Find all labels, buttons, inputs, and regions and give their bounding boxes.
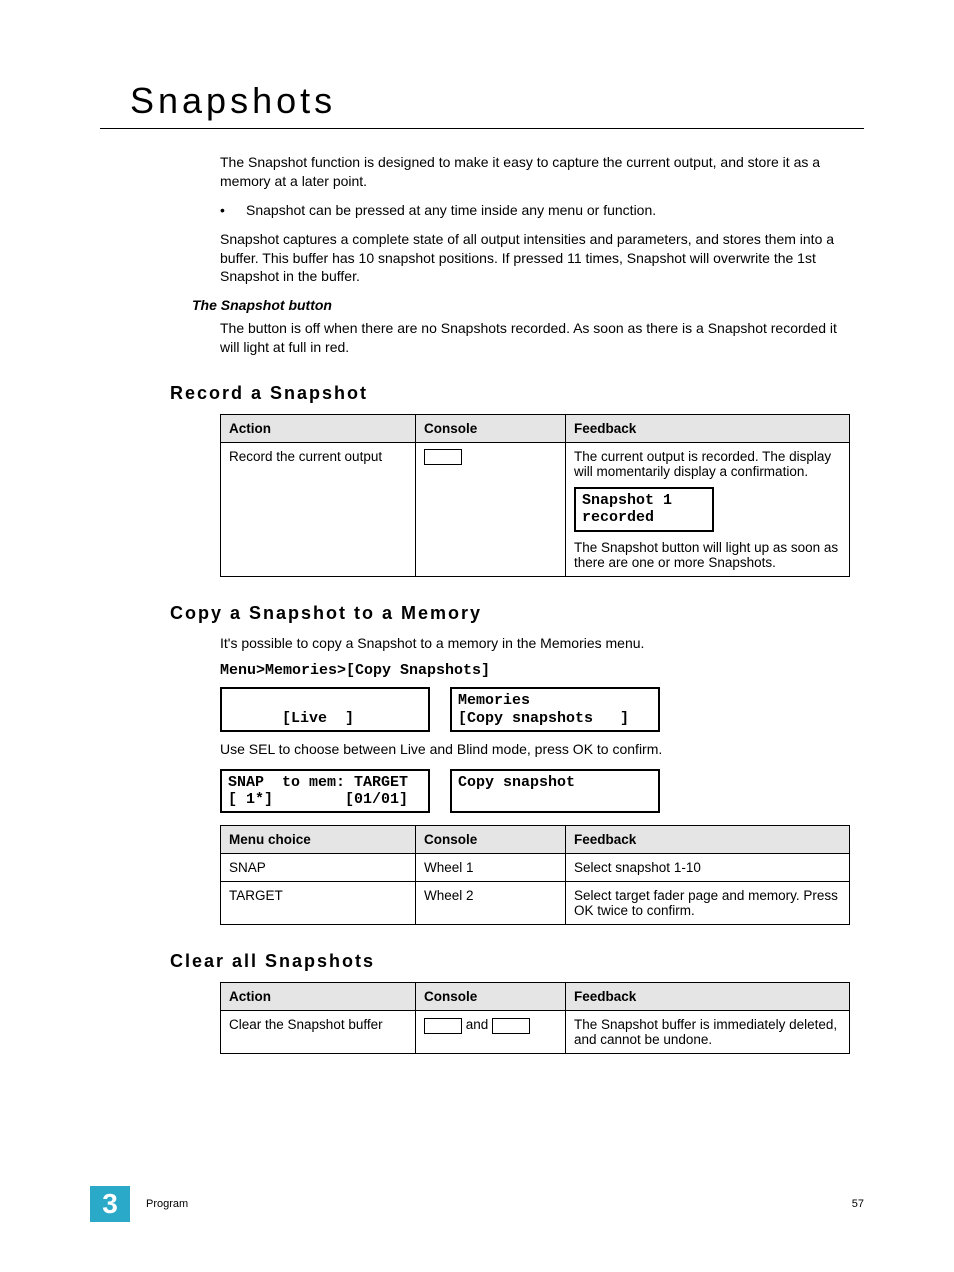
clear-col-console: Console	[416, 983, 566, 1011]
table-row: SNAP Wheel 1 Select snapshot 1-10	[221, 854, 850, 882]
menu-path: Menu>Memories>[Copy Snapshots]	[220, 662, 864, 679]
col-action: Action	[221, 415, 416, 443]
record-table: Action Console Feedback Record the curre…	[220, 414, 850, 577]
snapshot-button-hdr: The Snapshot button	[192, 296, 854, 315]
lcd-b-left: SNAP to mem: TARGET [ 1*] [01/01]	[220, 769, 430, 814]
copy-heading: Copy a Snapshot to a Memory	[170, 603, 864, 624]
col2-menu: Menu choice	[221, 826, 416, 854]
record-action: Record the current output	[221, 443, 416, 577]
copy-table: Menu choice Console Feedback SNAP Wheel …	[220, 825, 850, 925]
page-title: Snapshots	[130, 80, 864, 122]
copy-r0-c: Wheel 1	[416, 854, 566, 882]
table-row: TARGET Wheel 2 Select target fader page …	[221, 882, 850, 925]
clear-feedback: The Snapshot buffer is immediately delet…	[566, 1011, 850, 1054]
page-footer: 3 Program 57	[90, 1186, 864, 1222]
clear-col-action: Action	[221, 983, 416, 1011]
chapter-badge: 3	[90, 1186, 130, 1222]
clear-table: Action Console Feedback Clear the Snapsh…	[220, 982, 850, 1054]
copy-intro: It's possible to copy a Snapshot to a me…	[220, 634, 854, 653]
clear-heading: Clear all Snapshots	[170, 951, 864, 972]
copy-r0-m: SNAP	[221, 854, 416, 882]
record-heading: Record a Snapshot	[170, 383, 864, 404]
intro-p3: The button is off when there are no Snap…	[220, 319, 854, 357]
lcd-row-a: [Live ] Memories [Copy snapshots ]	[220, 687, 864, 732]
record-lcd: Snapshot 1 recorded	[574, 487, 714, 532]
console-button-icon	[424, 449, 462, 465]
intro-p1: The Snapshot function is designed to mak…	[220, 153, 854, 191]
lcd-b-right: Copy snapshot	[450, 769, 660, 814]
intro-p2: Snapshot captures a complete state of al…	[220, 230, 854, 287]
and-text: and	[466, 1017, 489, 1032]
clear-console: and	[416, 1011, 566, 1054]
copy-mid: Use SEL to choose between Live and Blind…	[220, 740, 854, 759]
col-console: Console	[416, 415, 566, 443]
record-fb1: The current output is recorded. The disp…	[574, 449, 841, 479]
title-rule	[100, 128, 864, 129]
bullet-dot: •	[220, 201, 234, 220]
lcd-row-b: SNAP to mem: TARGET [ 1*] [01/01] Copy s…	[220, 769, 864, 814]
console-button-icon	[424, 1018, 462, 1034]
clear-col-feedback: Feedback	[566, 983, 850, 1011]
intro-bullet: Snapshot can be pressed at any time insi…	[246, 201, 656, 220]
copy-r0-f: Select snapshot 1-10	[566, 854, 850, 882]
copy-r1-m: TARGET	[221, 882, 416, 925]
col-feedback: Feedback	[566, 415, 850, 443]
console-button-icon	[492, 1018, 530, 1034]
col2-feedback: Feedback	[566, 826, 850, 854]
record-console	[416, 443, 566, 577]
page-number: 57	[852, 1198, 864, 1210]
col2-console: Console	[416, 826, 566, 854]
clear-action: Clear the Snapshot buffer	[221, 1011, 416, 1054]
copy-r1-f: Select target fader page and memory. Pre…	[566, 882, 850, 925]
chapter-name: Program	[146, 1198, 188, 1210]
record-fb2: The Snapshot button will light up as soo…	[574, 540, 841, 570]
lcd-a-left: [Live ]	[220, 687, 430, 732]
copy-r1-c: Wheel 2	[416, 882, 566, 925]
lcd-a-right: Memories [Copy snapshots ]	[450, 687, 660, 732]
